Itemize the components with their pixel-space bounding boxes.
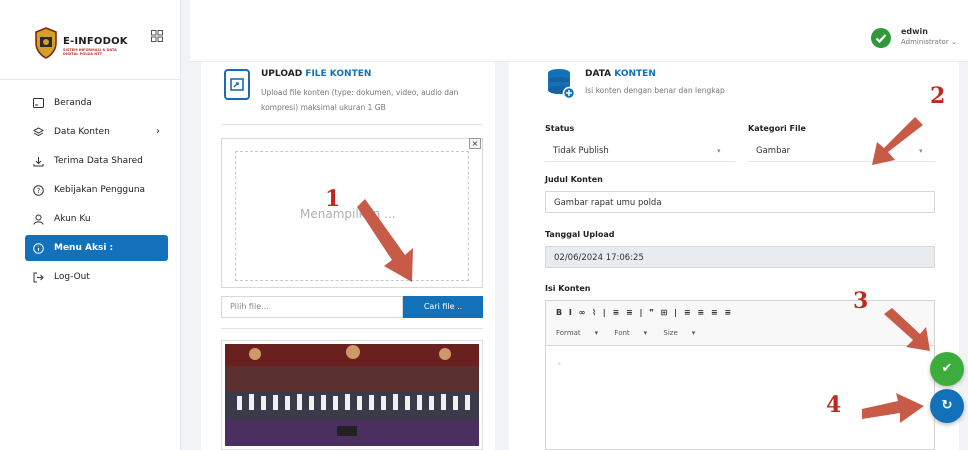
annotation-3: 3	[853, 288, 869, 314]
annotation-arrow-2	[872, 117, 923, 165]
annotation-arrow-1	[357, 199, 413, 282]
annotation-4: 4	[826, 392, 842, 418]
annotation-1: 1	[325, 186, 341, 212]
annotation-arrows	[357, 117, 930, 423]
annotation-arrow-3	[884, 308, 930, 351]
annotation-2: 2	[930, 83, 946, 109]
annotation-arrow-4	[862, 393, 924, 423]
